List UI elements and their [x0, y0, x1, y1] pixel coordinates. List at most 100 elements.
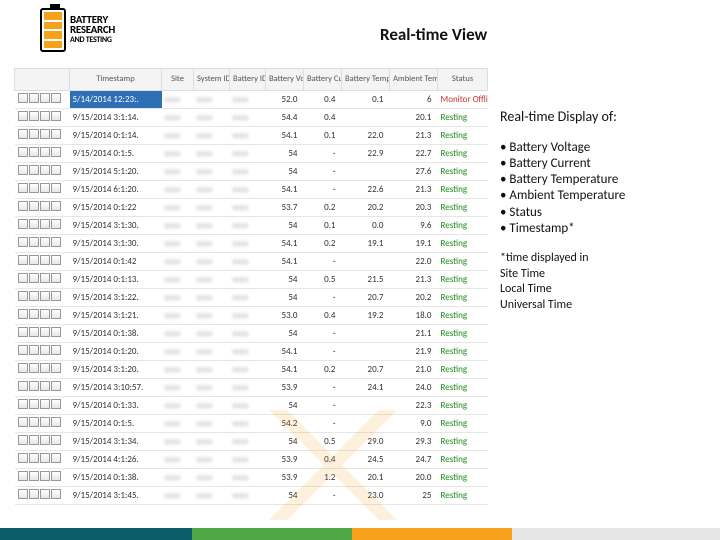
- brand-text: BATTERY RESEARCH AND TESTING: [70, 15, 115, 45]
- cell-batt-temp: 22.9: [342, 145, 390, 163]
- row-action-icons[interactable]: [15, 397, 70, 415]
- row-action-icons[interactable]: [15, 361, 70, 379]
- cell-blurred: xxxx: [194, 451, 230, 469]
- cell-blurred: xxxx: [194, 325, 230, 343]
- cell-timestamp: 9/15/2014 0:1:13.: [70, 271, 162, 289]
- cell-current: -: [304, 325, 342, 343]
- col-header[interactable]: Battery Voltage: [266, 69, 304, 91]
- cell-timestamp: 5/14/2014 12:23:.: [70, 91, 162, 109]
- cell-blurred: xxxx: [230, 127, 266, 145]
- table-row[interactable]: 9/15/2014 0:1:5.xxxxxxxxxxxx54.2-9.0Rest…: [15, 415, 488, 433]
- table-row[interactable]: 9/15/2014 0:1:38.xxxxxxxxxxxx53.91.220.1…: [15, 469, 488, 487]
- row-action-icons[interactable]: [15, 181, 70, 199]
- cell-blurred: xxxx: [194, 487, 230, 505]
- row-action-icons[interactable]: [15, 271, 70, 289]
- table-row[interactable]: 9/15/2014 3:1:30.xxxxxxxxxxxx54.10.219.1…: [15, 235, 488, 253]
- table-row[interactable]: 9/15/2014 6:1:20.xxxxxxxxxxxx54.1-22.621…: [15, 181, 488, 199]
- cell-blurred: xxxx: [194, 415, 230, 433]
- cell-blurred: xxxx: [162, 163, 194, 181]
- cell-current: 0.2: [304, 199, 342, 217]
- table-row[interactable]: 9/15/2014 0:1:38.xxxxxxxxxxxx54-21.1Rest…: [15, 325, 488, 343]
- row-action-icons[interactable]: [15, 307, 70, 325]
- row-action-icons[interactable]: [15, 433, 70, 451]
- cell-current: -: [304, 289, 342, 307]
- table-row[interactable]: 5/14/2014 12:23:.xxxxxxxxxxxx52.00.40.16…: [15, 91, 488, 109]
- row-action-icons[interactable]: [15, 253, 70, 271]
- cell-blurred: xxxx: [162, 325, 194, 343]
- table-row[interactable]: 9/15/2014 5:1:20.xxxxxxxxxxxx54-27.6Rest…: [15, 163, 488, 181]
- cell-batt-temp: [342, 397, 390, 415]
- cell-batt-temp: 22.6: [342, 181, 390, 199]
- table-row[interactable]: 9/15/2014 0:1:13.xxxxxxxxxxxx540.521.521…: [15, 271, 488, 289]
- cell-blurred: xxxx: [162, 217, 194, 235]
- cell-blurred: xxxx: [230, 145, 266, 163]
- cell-blurred: xxxx: [194, 109, 230, 127]
- row-action-icons[interactable]: [15, 379, 70, 397]
- table-row[interactable]: 9/15/2014 0:1:5.xxxxxxxxxxxx54-22.922.7R…: [15, 145, 488, 163]
- cell-blurred: xxxx: [194, 379, 230, 397]
- col-header[interactable]: Ambient Temperature: [390, 69, 438, 91]
- cell-amb-temp: 20.2: [390, 289, 438, 307]
- table-row[interactable]: 9/15/2014 3:1:14.xxxxxxxxxxxx54.40.420.1…: [15, 109, 488, 127]
- page-title: Real-time View: [380, 24, 487, 45]
- cell-amb-temp: 18.0: [390, 307, 438, 325]
- table-row[interactable]: 9/15/2014 0:1:42xxxxxxxxxxxx54.1-22.0Res…: [15, 253, 488, 271]
- cell-current: 0.4: [304, 91, 342, 109]
- cell-voltage: 54.1: [266, 361, 304, 379]
- cell-timestamp: 9/15/2014 5:1:20.: [70, 163, 162, 181]
- realtime-table[interactable]: TimestampSiteSystem IDBattery IDBattery …: [14, 68, 484, 468]
- col-header[interactable]: Battery Current: [304, 69, 342, 91]
- bullet-item: Timestamp*: [500, 221, 700, 237]
- cell-batt-temp: 20.1: [342, 469, 390, 487]
- bullet-item: Battery Voltage: [500, 140, 700, 156]
- row-action-icons[interactable]: [15, 91, 70, 109]
- row-action-icons[interactable]: [15, 325, 70, 343]
- side-panel: Real-time Display of: Battery VoltageBat…: [500, 108, 700, 313]
- row-action-icons[interactable]: [15, 415, 70, 433]
- row-action-icons[interactable]: [15, 487, 70, 505]
- table-row[interactable]: 9/15/2014 4:1:26.xxxxxxxxxxxx53.90.424.5…: [15, 451, 488, 469]
- row-action-icons[interactable]: [15, 163, 70, 181]
- row-action-icons[interactable]: [15, 127, 70, 145]
- table-row[interactable]: 9/15/2014 3:1:30.xxxxxxxxxxxx540.10.09.6…: [15, 217, 488, 235]
- row-action-icons[interactable]: [15, 145, 70, 163]
- cell-timestamp: 9/15/2014 3:1:30.: [70, 235, 162, 253]
- cell-status: Resting: [438, 397, 488, 415]
- cell-status: Resting: [438, 415, 488, 433]
- cell-blurred: xxxx: [162, 253, 194, 271]
- row-action-icons[interactable]: [15, 469, 70, 487]
- cell-current: -: [304, 397, 342, 415]
- col-header[interactable]: [15, 69, 70, 91]
- col-header[interactable]: Status: [438, 69, 488, 91]
- table-row[interactable]: 9/15/2014 0:1:22xxxxxxxxxxxx53.70.220.22…: [15, 199, 488, 217]
- cell-blurred: xxxx: [194, 397, 230, 415]
- cell-batt-temp: 22.0: [342, 127, 390, 145]
- row-action-icons[interactable]: [15, 199, 70, 217]
- cell-status: Resting: [438, 199, 488, 217]
- table-row[interactable]: 9/15/2014 0:1:20.xxxxxxxxxxxx54.1-21.9Re…: [15, 343, 488, 361]
- table-row[interactable]: 9/15/2014 3:1:45.xxxxxxxxxxxx54-23.025Re…: [15, 487, 488, 505]
- table-row[interactable]: 9/15/2014 0:1:33.xxxxxxxxxxxx54-22.3Rest…: [15, 397, 488, 415]
- cell-current: -: [304, 253, 342, 271]
- col-header[interactable]: Timestamp: [70, 69, 162, 91]
- table-row[interactable]: 9/15/2014 0:1:14.xxxxxxxxxxxx54.10.122.0…: [15, 127, 488, 145]
- row-action-icons[interactable]: [15, 289, 70, 307]
- cell-batt-temp: 23.0: [342, 487, 390, 505]
- row-action-icons[interactable]: [15, 235, 70, 253]
- table-row[interactable]: 9/15/2014 3:1:34.xxxxxxxxxxxx540.529.029…: [15, 433, 488, 451]
- table-row[interactable]: 9/15/2014 3:1:20.xxxxxxxxxxxx54.10.220.7…: [15, 361, 488, 379]
- col-header[interactable]: Battery Temperature: [342, 69, 390, 91]
- row-action-icons[interactable]: [15, 451, 70, 469]
- row-action-icons[interactable]: [15, 109, 70, 127]
- table-row[interactable]: 9/15/2014 3:10:57.xxxxxxxxxxxx53.9-24.12…: [15, 379, 488, 397]
- col-header[interactable]: Battery ID: [230, 69, 266, 91]
- bullet-item: Ambient Temperature: [500, 188, 700, 204]
- cell-status: Resting: [438, 235, 488, 253]
- cell-current: -: [304, 415, 342, 433]
- row-action-icons[interactable]: [15, 217, 70, 235]
- table-row[interactable]: 9/15/2014 3:1:22.xxxxxxxxxxxx54-20.720.2…: [15, 289, 488, 307]
- col-header[interactable]: System ID: [194, 69, 230, 91]
- table-row[interactable]: 9/15/2014 3:1:21.xxxxxxxxxxxx53.00.419.2…: [15, 307, 488, 325]
- row-action-icons[interactable]: [15, 343, 70, 361]
- col-header[interactable]: Site: [162, 69, 194, 91]
